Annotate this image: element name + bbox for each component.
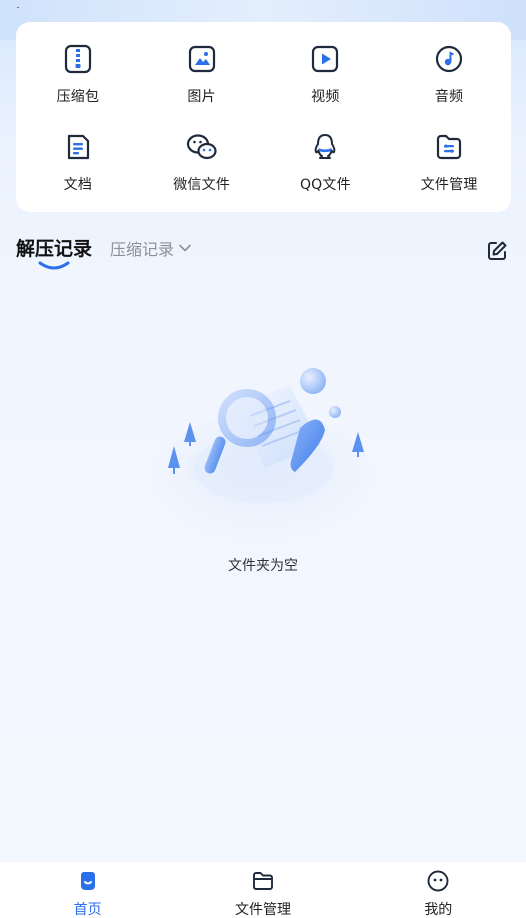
magnifier-document-illustration (155, 368, 371, 540)
nav-home[interactable]: 首页 (0, 862, 175, 918)
video-play-icon (308, 42, 342, 76)
bottom-navigation: 首页 文件管理 我的 (0, 862, 526, 918)
tool-zip[interactable]: 压缩包 (16, 30, 140, 118)
folder-manage-icon (432, 130, 466, 164)
home-icon (75, 869, 101, 893)
tool-label: 压缩包 (56, 89, 100, 105)
tool-label: 视频 (311, 89, 340, 105)
nav-file-manage[interactable]: 文件管理 (175, 862, 350, 918)
tool-wechat[interactable]: 微信文件 (140, 118, 264, 206)
tool-file-manage[interactable]: 文件管理 (387, 118, 511, 206)
tab-compress-records[interactable]: 压缩记录 (110, 236, 192, 260)
music-note-icon (432, 42, 466, 76)
folder-icon (250, 869, 276, 893)
active-tab-indicator (38, 261, 70, 270)
qq-penguin-icon (308, 130, 342, 164)
status-dot (17, 7, 19, 8)
tool-label: 音频 (434, 89, 464, 105)
wechat-icon (185, 130, 219, 164)
nav-label: 文件管理 (234, 902, 291, 918)
empty-state-text: 文件夹为空 (228, 558, 298, 574)
nav-label: 我的 (424, 902, 453, 918)
document-icon (61, 130, 95, 164)
nav-label: 首页 (73, 902, 102, 918)
tab-extract-records[interactable]: 解压记录 (16, 234, 92, 261)
zip-archive-icon (61, 42, 95, 76)
record-tabs: 解压记录 压缩记录 (16, 231, 511, 275)
tool-image[interactable]: 图片 (140, 30, 264, 118)
image-icon (185, 42, 219, 76)
tool-audio[interactable]: 音频 (387, 30, 511, 118)
tool-label: QQ文件 (299, 177, 351, 193)
tool-qq[interactable]: QQ文件 (264, 118, 388, 206)
tab-compress-label: 压缩记录 (110, 240, 175, 259)
nav-profile[interactable]: 我的 (351, 862, 526, 918)
tool-document[interactable]: 文档 (16, 118, 140, 206)
tools-grid: 压缩包 图片 视频 音频 文档 微信文件 QQ文件 文件管理 (16, 22, 511, 212)
profile-face-icon (425, 869, 451, 893)
tool-label: 图片 (187, 89, 216, 105)
tool-label: 文件管理 (420, 177, 478, 193)
tool-label: 微信文件 (173, 177, 231, 193)
edit-icon[interactable] (485, 239, 509, 263)
chevron-down-icon (179, 244, 191, 252)
tool-label: 文档 (63, 177, 93, 193)
tool-video[interactable]: 视频 (264, 30, 388, 118)
